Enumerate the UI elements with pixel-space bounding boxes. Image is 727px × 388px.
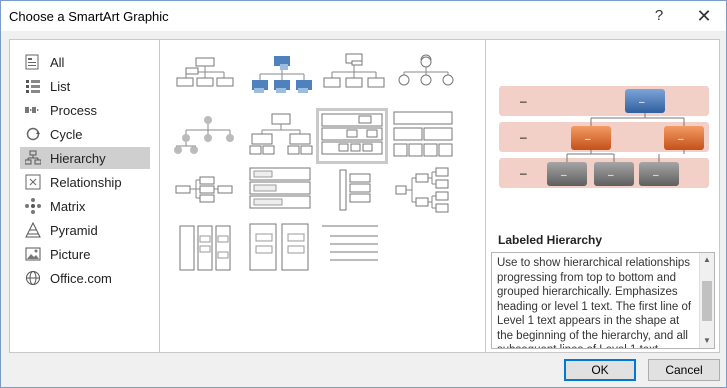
- category-label: Relationship: [50, 174, 122, 190]
- layout-table-list[interactable]: [248, 222, 316, 274]
- office-com-icon: [24, 270, 42, 286]
- category-label: Pyramid: [50, 222, 98, 238]
- scroll-down-icon[interactable]: ▼: [700, 334, 714, 348]
- bottom-node-1: [547, 162, 587, 186]
- process-icon: [24, 102, 42, 118]
- bottom-node-3: [639, 162, 679, 186]
- scroll-thumb[interactable]: [702, 281, 712, 321]
- node-label: –: [561, 170, 567, 181]
- layout-picture-org-chart[interactable]: [248, 50, 316, 102]
- layout-labeled-hierarchy[interactable]: [316, 108, 388, 164]
- dialog-title: Choose a SmartArt Graphic: [9, 9, 169, 24]
- layout-table-hierarchy[interactable]: [392, 110, 460, 162]
- pyramid-icon: [24, 222, 42, 238]
- category-label: Matrix: [50, 198, 86, 214]
- layout-architecture-layout[interactable]: [172, 222, 240, 274]
- row-label-3: –: [520, 166, 527, 180]
- layout-horizontal-org-chart[interactable]: [172, 166, 240, 218]
- smartart-dialog: Choose a SmartArt Graphic ? ✕ All List P…: [0, 0, 727, 388]
- category-relationship[interactable]: Relationship: [20, 171, 150, 193]
- bottom-node-2: [594, 162, 634, 186]
- layout-horizontal-hierarchy[interactable]: [392, 166, 460, 218]
- category-list-item[interactable]: List: [20, 75, 150, 97]
- category-hierarchy[interactable]: Hierarchy: [20, 147, 150, 169]
- node-label: –: [639, 97, 645, 108]
- layout-circle-picture-hierarchy[interactable]: [172, 110, 240, 162]
- row-label-2: –: [520, 130, 527, 144]
- layout-horizontal-multi-level[interactable]: [248, 166, 316, 218]
- category-matrix[interactable]: Matrix: [20, 195, 150, 217]
- level-band-1: [499, 86, 709, 116]
- relationship-icon: [24, 174, 42, 190]
- labeled-hierarchy-preview: – – – – – – – – –: [499, 86, 709, 188]
- category-office-com[interactable]: Office.com: [20, 267, 150, 289]
- picture-icon: [24, 246, 42, 262]
- top-node: [625, 89, 665, 113]
- layout-name: Labeled Hierarchy: [498, 233, 603, 247]
- title-bar: Choose a SmartArt Graphic ? ✕: [1, 1, 726, 31]
- layout-lined-list[interactable]: [320, 222, 388, 274]
- layout-half-circle-org-chart[interactable]: [392, 50, 460, 102]
- ok-button[interactable]: OK: [564, 359, 636, 381]
- layout-hierarchy-list[interactable]: [320, 166, 388, 218]
- node-label: –: [608, 170, 614, 181]
- category-process[interactable]: Process: [20, 99, 150, 121]
- layout-organization-chart[interactable]: [172, 50, 240, 102]
- category-label: Office.com: [50, 270, 112, 286]
- layout-gallery: [159, 39, 486, 353]
- cancel-button[interactable]: Cancel: [648, 359, 720, 381]
- layout-name-and-title-org-chart[interactable]: [320, 50, 388, 102]
- scroll-up-icon[interactable]: ▲: [700, 253, 714, 267]
- category-picture[interactable]: Picture: [20, 243, 150, 265]
- category-list: All List Process Cycle Hierarchy Relatio…: [9, 39, 160, 353]
- hierarchy-icon: [24, 150, 42, 166]
- preview-pane: – – – – – – – – – Labeled Hierarchy Use …: [485, 39, 720, 353]
- category-label: All: [50, 54, 65, 70]
- layout-description: Use to show hierarchical relationships p…: [497, 257, 692, 348]
- mid-node-right: [664, 126, 704, 150]
- node-label: –: [585, 134, 591, 145]
- category-pyramid[interactable]: Pyramid: [20, 219, 150, 241]
- cycle-icon: [24, 126, 42, 142]
- category-label: List: [50, 78, 71, 94]
- node-label: –: [678, 134, 684, 145]
- category-label: Picture: [50, 246, 91, 262]
- close-button[interactable]: ✕: [682, 1, 726, 31]
- layout-description-box: Use to show hierarchical relationships p…: [491, 252, 715, 349]
- mid-node-left: [571, 126, 611, 150]
- layout-hierarchy[interactable]: [248, 110, 316, 162]
- node-label: –: [653, 170, 659, 181]
- help-button[interactable]: ?: [637, 1, 681, 31]
- row-label-1: –: [520, 94, 527, 108]
- list-icon: [24, 78, 42, 94]
- description-scrollbar[interactable]: ▲ ▼: [699, 253, 714, 348]
- category-label: Cycle: [50, 126, 83, 142]
- category-label: Process: [50, 102, 97, 118]
- category-all[interactable]: All: [20, 51, 150, 73]
- all-icon: [24, 54, 42, 70]
- category-label: Hierarchy: [50, 150, 106, 166]
- category-cycle[interactable]: Cycle: [20, 123, 150, 145]
- matrix-icon: [24, 198, 42, 214]
